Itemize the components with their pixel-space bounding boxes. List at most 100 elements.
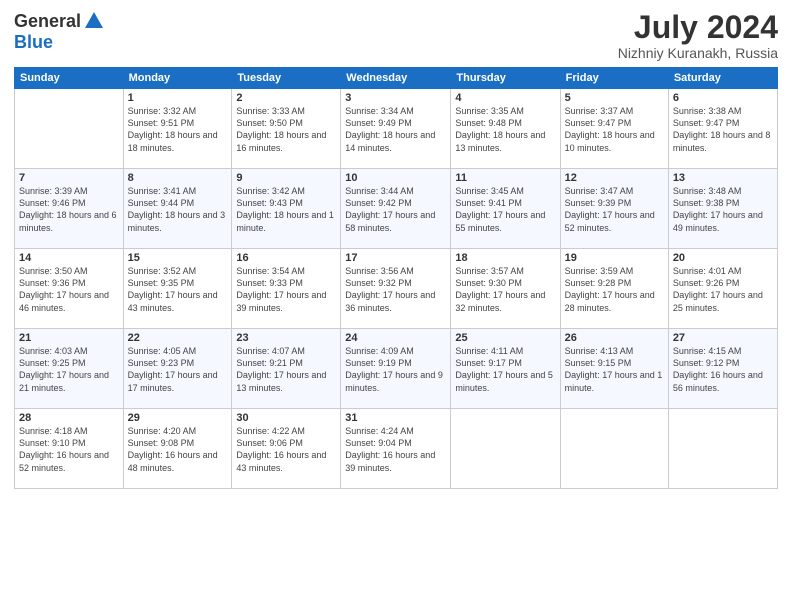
table-row: 14Sunrise: 3:50 AM Sunset: 9:36 PM Dayli…	[15, 249, 124, 329]
day-number: 6	[673, 92, 773, 104]
table-row	[15, 89, 124, 169]
day-number: 10	[345, 172, 446, 184]
table-row: 26Sunrise: 4:13 AM Sunset: 9:15 PM Dayli…	[560, 329, 668, 409]
table-row: 21Sunrise: 4:03 AM Sunset: 9:25 PM Dayli…	[15, 329, 124, 409]
day-info: Sunrise: 4:11 AM Sunset: 9:17 PM Dayligh…	[455, 345, 555, 394]
calendar-week-row: 14Sunrise: 3:50 AM Sunset: 9:36 PM Dayli…	[15, 249, 778, 329]
table-row: 8Sunrise: 3:41 AM Sunset: 9:44 PM Daylig…	[123, 169, 232, 249]
day-number: 20	[673, 252, 773, 264]
table-row: 30Sunrise: 4:22 AM Sunset: 9:06 PM Dayli…	[232, 409, 341, 489]
table-row: 28Sunrise: 4:18 AM Sunset: 9:10 PM Dayli…	[15, 409, 124, 489]
day-info: Sunrise: 3:45 AM Sunset: 9:41 PM Dayligh…	[455, 185, 555, 234]
day-number: 26	[565, 332, 664, 344]
day-number: 19	[565, 252, 664, 264]
table-row: 9Sunrise: 3:42 AM Sunset: 9:43 PM Daylig…	[232, 169, 341, 249]
logo-icon	[83, 10, 105, 32]
day-number: 13	[673, 172, 773, 184]
col-thursday: Thursday	[451, 68, 560, 89]
day-number: 22	[128, 332, 228, 344]
col-friday: Friday	[560, 68, 668, 89]
day-info: Sunrise: 4:13 AM Sunset: 9:15 PM Dayligh…	[565, 345, 664, 394]
day-info: Sunrise: 3:52 AM Sunset: 9:35 PM Dayligh…	[128, 265, 228, 314]
table-row: 7Sunrise: 3:39 AM Sunset: 9:46 PM Daylig…	[15, 169, 124, 249]
day-number: 25	[455, 332, 555, 344]
day-info: Sunrise: 3:32 AM Sunset: 9:51 PM Dayligh…	[128, 105, 228, 154]
title-block: July 2024 Nizhniy Kuranakh, Russia	[618, 10, 778, 61]
day-info: Sunrise: 4:22 AM Sunset: 9:06 PM Dayligh…	[236, 425, 336, 474]
day-number: 8	[128, 172, 228, 184]
table-row: 19Sunrise: 3:59 AM Sunset: 9:28 PM Dayli…	[560, 249, 668, 329]
day-info: Sunrise: 4:07 AM Sunset: 9:21 PM Dayligh…	[236, 345, 336, 394]
day-number: 30	[236, 412, 336, 424]
day-info: Sunrise: 3:44 AM Sunset: 9:42 PM Dayligh…	[345, 185, 446, 234]
day-number: 29	[128, 412, 228, 424]
table-row: 17Sunrise: 3:56 AM Sunset: 9:32 PM Dayli…	[341, 249, 451, 329]
day-info: Sunrise: 3:54 AM Sunset: 9:33 PM Dayligh…	[236, 265, 336, 314]
day-number: 15	[128, 252, 228, 264]
table-row	[560, 409, 668, 489]
table-row	[451, 409, 560, 489]
day-number: 28	[19, 412, 119, 424]
page-header: General Blue July 2024 Nizhniy Kuranakh,…	[14, 10, 778, 61]
day-number: 2	[236, 92, 336, 104]
calendar-header-row: Sunday Monday Tuesday Wednesday Thursday…	[15, 68, 778, 89]
day-info: Sunrise: 4:09 AM Sunset: 9:19 PM Dayligh…	[345, 345, 446, 394]
table-row: 3Sunrise: 3:34 AM Sunset: 9:49 PM Daylig…	[341, 89, 451, 169]
day-number: 9	[236, 172, 336, 184]
day-number: 3	[345, 92, 446, 104]
day-number: 31	[345, 412, 446, 424]
calendar-week-row: 1Sunrise: 3:32 AM Sunset: 9:51 PM Daylig…	[15, 89, 778, 169]
month-title: July 2024	[618, 10, 778, 45]
table-row: 13Sunrise: 3:48 AM Sunset: 9:38 PM Dayli…	[668, 169, 777, 249]
day-number: 21	[19, 332, 119, 344]
table-row: 12Sunrise: 3:47 AM Sunset: 9:39 PM Dayli…	[560, 169, 668, 249]
day-info: Sunrise: 3:47 AM Sunset: 9:39 PM Dayligh…	[565, 185, 664, 234]
day-number: 5	[565, 92, 664, 104]
day-info: Sunrise: 3:57 AM Sunset: 9:30 PM Dayligh…	[455, 265, 555, 314]
logo-blue: Blue	[14, 32, 53, 52]
col-sunday: Sunday	[15, 68, 124, 89]
day-info: Sunrise: 3:59 AM Sunset: 9:28 PM Dayligh…	[565, 265, 664, 314]
table-row: 31Sunrise: 4:24 AM Sunset: 9:04 PM Dayli…	[341, 409, 451, 489]
col-tuesday: Tuesday	[232, 68, 341, 89]
day-info: Sunrise: 4:20 AM Sunset: 9:08 PM Dayligh…	[128, 425, 228, 474]
calendar-table: Sunday Monday Tuesday Wednesday Thursday…	[14, 67, 778, 489]
table-row: 24Sunrise: 4:09 AM Sunset: 9:19 PM Dayli…	[341, 329, 451, 409]
day-number: 1	[128, 92, 228, 104]
calendar-week-row: 7Sunrise: 3:39 AM Sunset: 9:46 PM Daylig…	[15, 169, 778, 249]
logo-general: General	[14, 11, 81, 32]
table-row: 1Sunrise: 3:32 AM Sunset: 9:51 PM Daylig…	[123, 89, 232, 169]
day-number: 17	[345, 252, 446, 264]
day-info: Sunrise: 3:48 AM Sunset: 9:38 PM Dayligh…	[673, 185, 773, 234]
day-info: Sunrise: 4:15 AM Sunset: 9:12 PM Dayligh…	[673, 345, 773, 394]
day-info: Sunrise: 3:33 AM Sunset: 9:50 PM Dayligh…	[236, 105, 336, 154]
table-row: 10Sunrise: 3:44 AM Sunset: 9:42 PM Dayli…	[341, 169, 451, 249]
day-number: 14	[19, 252, 119, 264]
day-info: Sunrise: 3:38 AM Sunset: 9:47 PM Dayligh…	[673, 105, 773, 154]
calendar-week-row: 21Sunrise: 4:03 AM Sunset: 9:25 PM Dayli…	[15, 329, 778, 409]
table-row: 4Sunrise: 3:35 AM Sunset: 9:48 PM Daylig…	[451, 89, 560, 169]
day-info: Sunrise: 3:41 AM Sunset: 9:44 PM Dayligh…	[128, 185, 228, 234]
table-row: 29Sunrise: 4:20 AM Sunset: 9:08 PM Dayli…	[123, 409, 232, 489]
logo: General Blue	[14, 10, 105, 53]
table-row: 20Sunrise: 4:01 AM Sunset: 9:26 PM Dayli…	[668, 249, 777, 329]
day-info: Sunrise: 4:24 AM Sunset: 9:04 PM Dayligh…	[345, 425, 446, 474]
table-row: 16Sunrise: 3:54 AM Sunset: 9:33 PM Dayli…	[232, 249, 341, 329]
day-info: Sunrise: 4:05 AM Sunset: 9:23 PM Dayligh…	[128, 345, 228, 394]
day-number: 16	[236, 252, 336, 264]
col-monday: Monday	[123, 68, 232, 89]
day-number: 12	[565, 172, 664, 184]
table-row: 18Sunrise: 3:57 AM Sunset: 9:30 PM Dayli…	[451, 249, 560, 329]
day-info: Sunrise: 3:35 AM Sunset: 9:48 PM Dayligh…	[455, 105, 555, 154]
day-number: 11	[455, 172, 555, 184]
day-number: 27	[673, 332, 773, 344]
day-info: Sunrise: 3:34 AM Sunset: 9:49 PM Dayligh…	[345, 105, 446, 154]
day-info: Sunrise: 4:18 AM Sunset: 9:10 PM Dayligh…	[19, 425, 119, 474]
table-row: 25Sunrise: 4:11 AM Sunset: 9:17 PM Dayli…	[451, 329, 560, 409]
table-row: 15Sunrise: 3:52 AM Sunset: 9:35 PM Dayli…	[123, 249, 232, 329]
day-number: 4	[455, 92, 555, 104]
table-row	[668, 409, 777, 489]
day-info: Sunrise: 3:39 AM Sunset: 9:46 PM Dayligh…	[19, 185, 119, 234]
day-number: 7	[19, 172, 119, 184]
day-info: Sunrise: 3:56 AM Sunset: 9:32 PM Dayligh…	[345, 265, 446, 314]
